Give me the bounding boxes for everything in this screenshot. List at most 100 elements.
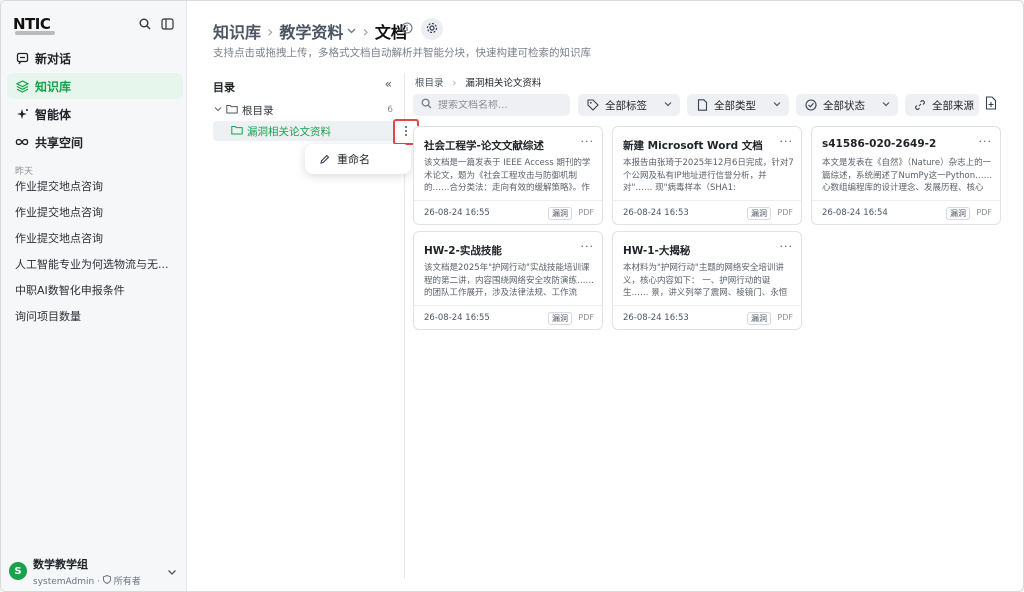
document-type: PDF: [578, 313, 594, 322]
more-horizontal-icon[interactable]: ···: [979, 135, 993, 148]
sidebar: NTIC 新对话 知识库 智能体 共享空间 昨天 作业提交地点咨询 作业提交地点…: [1, 1, 187, 591]
nav-label: 智能体: [35, 107, 72, 122]
card-footer: 26-08-24 16:55 漏洞 PDF: [414, 200, 602, 225]
type-filter-label: 全部类型: [714, 99, 756, 112]
history-item[interactable]: 作业提交地点咨询: [15, 179, 175, 205]
status-filter-label: 全部状态: [823, 99, 865, 112]
shield-icon: [102, 574, 114, 587]
avatar: S: [9, 562, 27, 580]
page-subtitle: 支持点击或拖拽上传，多格式文档自动解析并智能分块，快速构建可检索的知识库: [213, 47, 591, 59]
folder-icon: [226, 104, 238, 117]
document-type: PDF: [777, 208, 793, 217]
status-filter-select[interactable]: 全部状态: [796, 94, 898, 116]
nav-label: 新对话: [35, 51, 72, 66]
card-footer: 26-08-24 16:54 漏洞 PDF: [812, 200, 1000, 225]
chevron-down-icon: [881, 98, 891, 113]
chevron-down-icon[interactable]: [347, 26, 356, 37]
rename-menu-item[interactable]: 重命名: [337, 151, 370, 167]
user-name: 数学教学组: [33, 557, 88, 571]
breadcrumb-separator: ›: [267, 21, 274, 41]
document-card[interactable]: HW-2-实战技能 ··· 该文档是2025年"护网行动"实战技能培训课程的第二…: [413, 231, 603, 330]
more-horizontal-icon[interactable]: ···: [780, 240, 794, 253]
document-title: 新建 Microsoft Word 文档: [623, 140, 763, 152]
gear-icon: [426, 22, 438, 37]
tree-root-label: 根目录: [242, 104, 274, 117]
nav-item-knowledge-base[interactable]: 知识库: [7, 73, 183, 99]
upload-file-icon[interactable]: [985, 96, 997, 113]
check-circle-icon: [804, 98, 818, 112]
document-summary: 本材料为"护网行动"主题的网络安全培训讲义，核心内容如下： 一、护网行动的诞生……: [623, 263, 788, 298]
sidebar-toggle-icon[interactable]: [160, 17, 174, 31]
document-title: 社会工程学-论文文献综述: [424, 140, 544, 152]
document-card[interactable]: HW-1-大揭秘 ··· 本材料为"护网行动"主题的网络安全培训讲义，核心内容如…: [612, 231, 802, 330]
breadcrumb-knowledge-base[interactable]: 知识库: [213, 19, 261, 43]
document-tag: 漏洞: [747, 312, 771, 325]
sparkle-icon: [15, 107, 29, 121]
breadcrumb: 知识库 › 教学资料 › 文档: [213, 19, 407, 43]
tag-filter-select[interactable]: 全部标签: [578, 94, 680, 116]
sidebar-top-actions: [138, 17, 174, 31]
user-role: 所有者: [113, 576, 141, 587]
tag-icon: [586, 98, 600, 112]
card-footer: 26-08-24 16:53 漏洞 PDF: [613, 305, 801, 330]
info-icon[interactable]: [401, 22, 413, 37]
nav-item-agents[interactable]: 智能体: [7, 101, 183, 127]
file-icon: [695, 98, 709, 112]
more-horizontal-icon[interactable]: ···: [780, 135, 794, 148]
document-card[interactable]: s41586-020-2649-2 ··· 本文是发表在《自然》（Nature）…: [811, 126, 1001, 225]
path-separator: ›: [452, 78, 457, 89]
chevron-down-icon[interactable]: [167, 565, 177, 579]
card-footer: 26-08-24 16:53 漏洞 PDF: [613, 200, 801, 225]
history-item[interactable]: 询问项目数量: [15, 309, 175, 335]
document-type: PDF: [777, 313, 793, 322]
source-filter-label: 全部来源: [932, 99, 974, 112]
breadcrumb-teaching-materials[interactable]: 教学资料: [279, 19, 343, 43]
document-date: 26-08-24 16:53: [623, 313, 689, 323]
document-card[interactable]: 社会工程学-论文文献综述 ··· 该文档是一篇发表于 IEEE Access 期…: [413, 126, 603, 225]
source-filter-select[interactable]: 全部来源: [905, 94, 979, 116]
document-tag: 漏洞: [747, 207, 771, 220]
document-tag: 漏洞: [548, 312, 572, 325]
document-date: 26-08-24 16:55: [424, 313, 490, 323]
directory-panel: 目录 « 根目录 6 漏洞相关论文资料 重命名: [209, 73, 419, 579]
more-vertical-icon: [404, 125, 408, 140]
search-input[interactable]: [438, 99, 558, 111]
history-item[interactable]: 作业提交地点咨询: [15, 231, 175, 257]
history-item[interactable]: 人工智能专业为何选物流与无...: [15, 257, 175, 283]
history-item[interactable]: 作业提交地点咨询: [15, 205, 175, 231]
chevron-down-icon: [663, 98, 673, 113]
nav-item-new-chat[interactable]: 新对话: [7, 45, 183, 71]
type-filter-select[interactable]: 全部类型: [687, 94, 789, 116]
sidebar-nav: 新对话 知识库 智能体 共享空间: [7, 45, 183, 157]
search-icon[interactable]: [138, 17, 152, 31]
chevron-down-icon: [772, 98, 782, 113]
path-current: 漏洞相关论文资料: [465, 78, 542, 89]
document-card[interactable]: 新建 Microsoft Word 文档 ··· 本报告由张琦于2025年12月…: [612, 126, 802, 225]
tree-node-label: 漏洞相关论文资料: [247, 125, 331, 138]
tree-node-vulnerability-papers[interactable]: 漏洞相关论文资料: [213, 121, 399, 141]
settings-button[interactable]: [421, 18, 443, 40]
history-item[interactable]: 中职AI数智化申报条件: [15, 283, 175, 309]
chat-history-list: 作业提交地点咨询 作业提交地点咨询 作业提交地点咨询 人工智能专业为何选物流与无…: [15, 179, 175, 335]
document-tag: 漏洞: [548, 207, 572, 220]
document-summary: 该文档是一篇发表于 IEEE Access 期刊的学术论文，题为《社会工程攻击与…: [424, 158, 591, 193]
main-area: 知识库 › 教学资料 › 文档 支持点击或拖拽上传，多格式文档自动解析并智能分块…: [187, 1, 1023, 591]
document-title: HW-2-实战技能: [424, 245, 502, 257]
user-profile[interactable]: S 数学教学组 systemAdmin · 所有者: [9, 557, 181, 587]
link-icon: [913, 98, 927, 112]
nav-label: 知识库: [35, 79, 72, 94]
filter-toolbar: 全部标签 全部类型: [413, 94, 1003, 116]
more-horizontal-icon[interactable]: ···: [581, 240, 595, 253]
nav-item-shared-space[interactable]: 共享空间: [7, 129, 183, 155]
history-heading: 昨天: [15, 167, 34, 177]
app-window: NTIC 新对话 知识库 智能体 共享空间 昨天 作业提交地点咨询 作业提交地点…: [0, 0, 1024, 592]
collapse-panel-icon[interactable]: «: [385, 77, 392, 91]
tree-root-node[interactable]: 根目录 6: [213, 101, 393, 119]
path-root[interactable]: 根目录: [415, 78, 444, 89]
search-box[interactable]: [413, 94, 570, 116]
more-horizontal-icon[interactable]: ···: [581, 135, 595, 148]
chat-icon: [15, 51, 29, 65]
document-summary: 该文档是2025年"护网行动"实战技能培训课程的第二讲，内容围绕网络安全攻防演练…: [424, 263, 595, 298]
chevron-down-icon[interactable]: [213, 104, 223, 116]
document-date: 26-08-24 16:53: [623, 208, 689, 218]
